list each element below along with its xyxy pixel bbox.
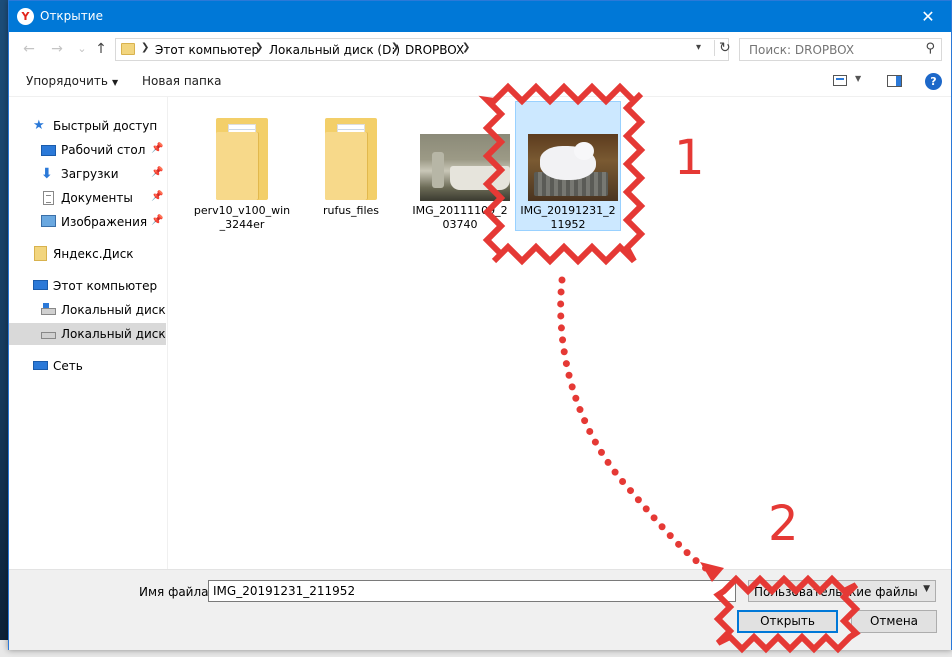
sidebar-item-label: Локальный диск (C [61,303,166,317]
sidebar-item-pictures[interactable]: Изображения 📌 [9,211,166,233]
title-bar: Y Открытие ✕ [9,1,951,32]
file-list: perv10_v100_win_3244er rufus_files IMG_2… [167,97,951,569]
breadcrumb-chevron-icon[interactable]: ❯ [462,42,470,53]
drive-icon [41,332,56,339]
file-type-value: Пользовательские файлы [754,585,918,599]
breadcrumb-this-pc[interactable]: Этот компьютер [155,43,259,57]
open-button[interactable]: Открыть [737,610,838,633]
address-dropdown-icon[interactable]: ▾ [696,42,701,53]
sidebar-item-label: Рабочий стол [61,143,146,157]
help-icon[interactable]: ? [925,73,942,90]
computer-icon [33,280,48,290]
close-button[interactable]: ✕ [905,1,951,32]
recent-locations-button[interactable]: ⌄ [73,40,91,58]
open-file-dialog: Y Открытие ✕ ← → ⌄ ↑ ❯ Этот компьютер ❯ … [8,0,952,650]
cancel-button[interactable]: Отмена [851,610,937,633]
up-button[interactable]: ↑ [92,40,110,58]
sidebar-item-documents[interactable]: Документы 📌 [9,187,166,209]
step-number-2: 2 [768,496,799,552]
breadcrumb-chevron-icon[interactable]: ❯ [391,42,399,53]
refresh-icon[interactable]: ↻ [714,40,731,56]
file-name: IMG_20111109_203740 [412,204,508,231]
new-folder-button[interactable]: Новая папка [142,74,221,88]
folder-icon [121,43,135,55]
view-options-chevron-icon[interactable]: ▼ [855,74,861,83]
image-thumbnail [524,112,618,201]
breadcrumb-dropbox[interactable]: DROPBOX [405,43,464,57]
dialog-footer: Имя файла: Пользовательские файлы ▼ Откр… [9,569,951,650]
sidebar-item-quick-access[interactable]: ★ Быстрый доступ [9,115,166,137]
sidebar-item-local-disk-c[interactable]: Локальный диск (C [9,299,166,321]
sidebar-item-this-pc[interactable]: Этот компьютер [9,275,166,297]
preview-pane-icon[interactable] [887,75,902,87]
dialog-title: Открытие [40,9,103,23]
file-item-image-selected[interactable]: IMG_20191231_211952 [515,101,621,231]
download-icon: ⬇ [41,166,53,182]
file-name: IMG_20191231_211952 [520,204,616,231]
file-item-image[interactable]: IMG_20111109_203740 [407,101,513,231]
sidebar-item-label: Этот компьютер [53,279,158,293]
breadcrumb-local-disk-d[interactable]: Локальный диск (D:) [269,43,400,57]
sidebar-item-downloads[interactable]: ⬇ Загрузки 📌 [9,163,166,185]
chevron-down-icon: ▼ [923,584,930,594]
sidebar-item-label: Документы [61,191,133,205]
network-icon [33,361,48,370]
sidebar-item-label: Яндекс.Диск [53,247,134,261]
pictures-icon [41,215,56,227]
folder-icon [198,112,288,200]
folder-icon [307,112,397,200]
back-button[interactable]: ← [20,40,38,58]
sidebar-item-desktop[interactable]: Рабочий стол 📌 [9,139,166,161]
step-number-1: 1 [674,130,705,186]
sidebar-item-local-disk-d[interactable]: Локальный диск (D [9,323,166,345]
forward-button[interactable]: → [48,40,66,58]
search-icon[interactable]: ⚲ [925,41,935,56]
search-box[interactable]: ⚲ [739,38,942,61]
desktop-icon [41,145,56,156]
image-thumbnail [416,112,510,201]
sidebar-item-label: Загрузки [61,167,119,181]
navigation-bar: ← → ⌄ ↑ ❯ Этот компьютер ❯ Локальный дис… [9,32,951,66]
sidebar-item-label: Локальный диск (D [61,327,166,341]
yandex-browser-icon: Y [17,8,34,25]
sidebar-item-label: Изображения [61,215,148,229]
sidebar-item-label: Быстрый доступ [53,119,158,133]
organize-label: Упорядочить [26,74,108,88]
system-drive-icon [41,303,56,315]
change-view-icon[interactable] [833,75,847,86]
folder-icon [34,246,47,261]
sidebar-item-network[interactable]: Сеть [9,355,166,377]
search-input[interactable] [740,39,915,60]
file-type-select[interactable]: Пользовательские файлы ▼ [748,580,936,602]
star-icon: ★ [33,118,45,133]
file-item-folder[interactable]: perv10_v100_win_3244er [189,101,295,231]
pin-icon: 📌 [151,191,164,202]
command-toolbar: Упорядочить ▼ Новая папка ▼ ? [9,66,951,97]
chevron-down-icon: ▼ [111,78,119,87]
filename-input[interactable] [208,580,736,602]
sidebar-item-label: Сеть [53,359,83,373]
filename-label: Имя файла: [139,585,213,599]
file-name: rufus_files [322,204,380,217]
pin-icon: 📌 [151,215,164,226]
sidebar-item-yandex-disk[interactable]: Яндекс.Диск [9,243,166,265]
pin-icon: 📌 [151,167,164,178]
breadcrumb-chevron-icon[interactable]: ❯ [255,42,263,53]
file-name: perv10_v100_win_3244er [193,204,291,231]
navigation-pane: ★ Быстрый доступ Рабочий стол 📌 ⬇ Загруз… [9,97,166,569]
file-item-folder[interactable]: rufus_files [298,101,404,231]
organize-button[interactable]: Упорядочить ▼ [26,74,118,88]
breadcrumb-chevron-icon[interactable]: ❯ [141,42,149,53]
documents-icon [43,191,54,205]
address-bar[interactable]: ❯ Этот компьютер ❯ Локальный диск (D:) ❯… [115,38,731,61]
pin-icon: 📌 [151,143,164,154]
